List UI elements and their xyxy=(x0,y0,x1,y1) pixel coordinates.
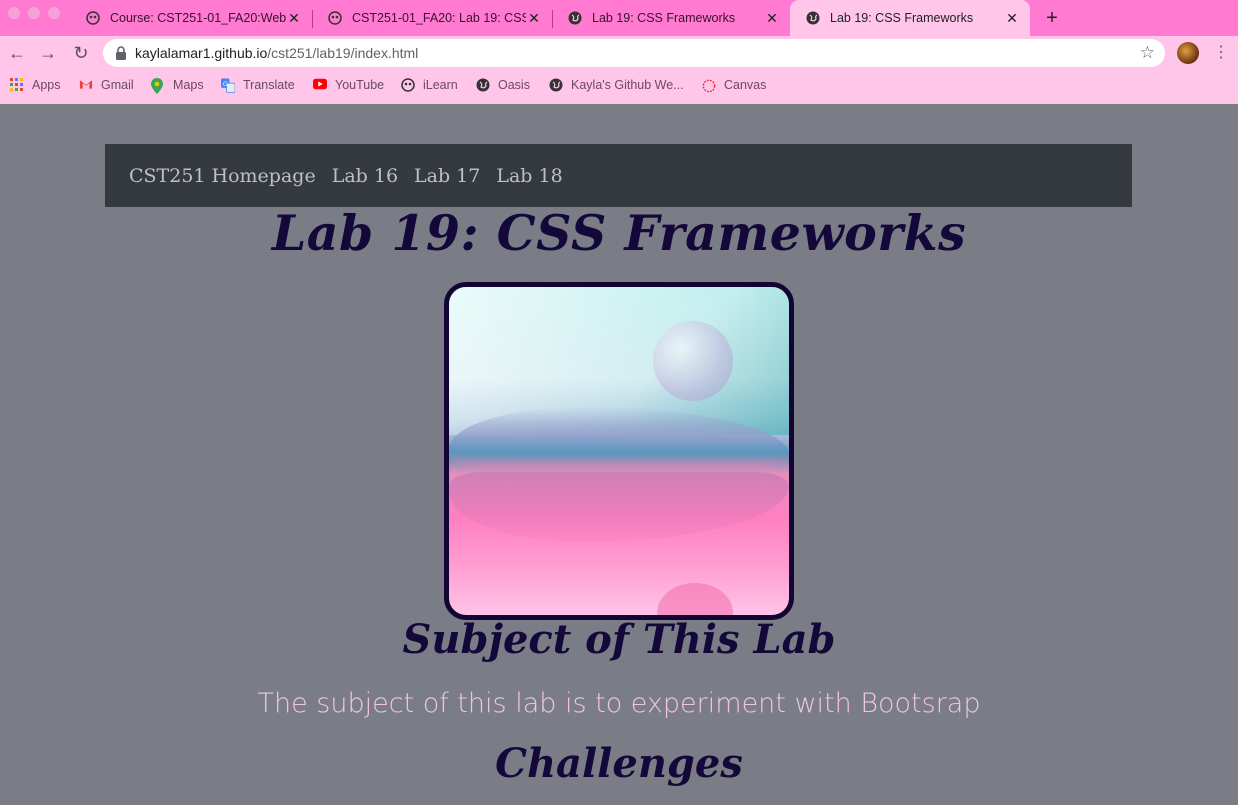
tab-close-icon[interactable]: ✕ xyxy=(1004,10,1020,27)
window-minimize-dot[interactable] xyxy=(28,7,40,19)
lock-icon xyxy=(116,46,126,60)
tab-close-icon[interactable]: ✕ xyxy=(286,10,302,27)
nav-link-lab18[interactable]: Lab 18 xyxy=(496,165,562,187)
bookmark-label: Oasis xyxy=(498,78,530,92)
bookmark-label: YouTube xyxy=(335,78,385,92)
site-navbar: CST251 Homepage Lab 16 Lab 17 Lab 18 xyxy=(105,144,1132,207)
bookmark-label: Gmail xyxy=(101,78,134,92)
svg-text:G: G xyxy=(223,80,228,88)
nav-link-homepage[interactable]: CST251 Homepage xyxy=(129,165,316,187)
page-content: CST251 Homepage Lab 16 Lab 17 Lab 18 Lab… xyxy=(0,104,1238,805)
bookmark-label: Kayla's Github We... xyxy=(571,78,684,92)
ilearn-icon xyxy=(86,11,100,25)
tab-close-icon[interactable]: ✕ xyxy=(526,10,542,27)
window-close-dot[interactable] xyxy=(8,7,20,19)
bookmark-label: Canvas xyxy=(724,78,767,92)
globe-icon xyxy=(806,11,820,25)
bookmark-label: Translate xyxy=(243,78,295,92)
tab-title: Lab 19: CSS Frameworks xyxy=(592,11,736,25)
gmail-icon xyxy=(79,78,93,92)
new-tab-button[interactable]: + xyxy=(1043,7,1061,30)
menu-kebab-icon[interactable]: ⋮ xyxy=(1213,42,1229,64)
ilearn-icon xyxy=(401,78,415,92)
translate-icon: G xyxy=(221,78,235,93)
hero-bubble-reflection xyxy=(657,583,733,615)
forward-arrow-icon[interactable]: → xyxy=(38,43,58,63)
profile-avatar[interactable] xyxy=(1177,42,1199,64)
canvas-icon xyxy=(702,78,716,93)
bookmark-apps[interactable]: Apps xyxy=(10,72,61,98)
tab-title: Course: CST251-01_FA20:Web xyxy=(110,11,286,25)
tab-lab19-active[interactable]: Lab 19: CSS Frameworks ✕ xyxy=(790,0,1030,36)
globe-icon xyxy=(476,78,490,92)
tab-course[interactable]: Course: CST251-01_FA20:Web ✕ xyxy=(70,0,312,36)
address-bar[interactable]: kaylalamar1.github.io/cst251/lab19/index… xyxy=(103,39,1165,67)
subject-heading: Subject of This Lab xyxy=(402,616,836,663)
youtube-icon xyxy=(313,78,327,92)
nav-link-lab17[interactable]: Lab 17 xyxy=(414,165,480,187)
tab-close-icon[interactable]: ✕ xyxy=(764,10,780,27)
bookmark-star-icon[interactable]: ☆ xyxy=(1140,43,1155,63)
ilearn-icon xyxy=(328,11,342,25)
bookmark-maps[interactable]: Maps xyxy=(151,72,204,98)
challenges-heading: Challenges xyxy=(495,740,743,787)
hero-bubble xyxy=(653,321,733,401)
back-arrow-icon[interactable]: ← xyxy=(7,43,27,63)
apps-grid-icon xyxy=(10,78,24,92)
bookmark-label: Maps xyxy=(173,78,204,92)
url-host: kaylalamar1.github.io xyxy=(135,45,268,61)
url-path: /cst251/lab19/index.html xyxy=(267,45,419,61)
tab-title: Lab 19: CSS Frameworks xyxy=(830,11,974,25)
window-zoom-dot[interactable] xyxy=(48,7,60,19)
tab-strip: Course: CST251-01_FA20:Web ✕ CST251-01_F… xyxy=(0,0,1238,36)
hero-reflection xyxy=(449,472,789,542)
tab-title: CST251-01_FA20: Lab 19: CSS xyxy=(352,11,526,25)
bookmark-oasis[interactable]: Oasis xyxy=(476,72,530,98)
bookmark-canvas[interactable]: Canvas xyxy=(702,72,766,98)
bookmarks-bar: Apps Gmail Maps G Translate YouTube iLea… xyxy=(0,72,1238,98)
maps-icon xyxy=(151,78,165,94)
bookmark-translate[interactable]: G Translate xyxy=(221,72,295,98)
hero-image xyxy=(444,282,794,620)
bookmark-ilearn[interactable]: iLearn xyxy=(401,72,458,98)
globe-icon xyxy=(549,78,563,92)
bookmark-label: Apps xyxy=(32,78,61,92)
page-title: Lab 19: CSS Frameworks xyxy=(271,204,967,262)
tab-lab19-ilearn[interactable]: CST251-01_FA20: Lab 19: CSS ✕ xyxy=(312,0,552,36)
globe-icon xyxy=(568,11,582,25)
bookmark-kayla-github[interactable]: Kayla's Github We... xyxy=(549,72,684,98)
bookmark-youtube[interactable]: YouTube xyxy=(313,72,384,98)
reload-icon[interactable]: ↻ xyxy=(71,43,91,63)
tab-lab19-site[interactable]: Lab 19: CSS Frameworks ✕ xyxy=(552,0,790,36)
bookmark-gmail[interactable]: Gmail xyxy=(79,72,134,98)
subject-text: The subject of this lab is to experiment… xyxy=(257,688,981,719)
browser-chrome: Course: CST251-01_FA20:Web ✕ CST251-01_F… xyxy=(0,0,1238,104)
nav-link-lab16[interactable]: Lab 16 xyxy=(332,165,398,187)
bookmark-label: iLearn xyxy=(423,78,458,92)
